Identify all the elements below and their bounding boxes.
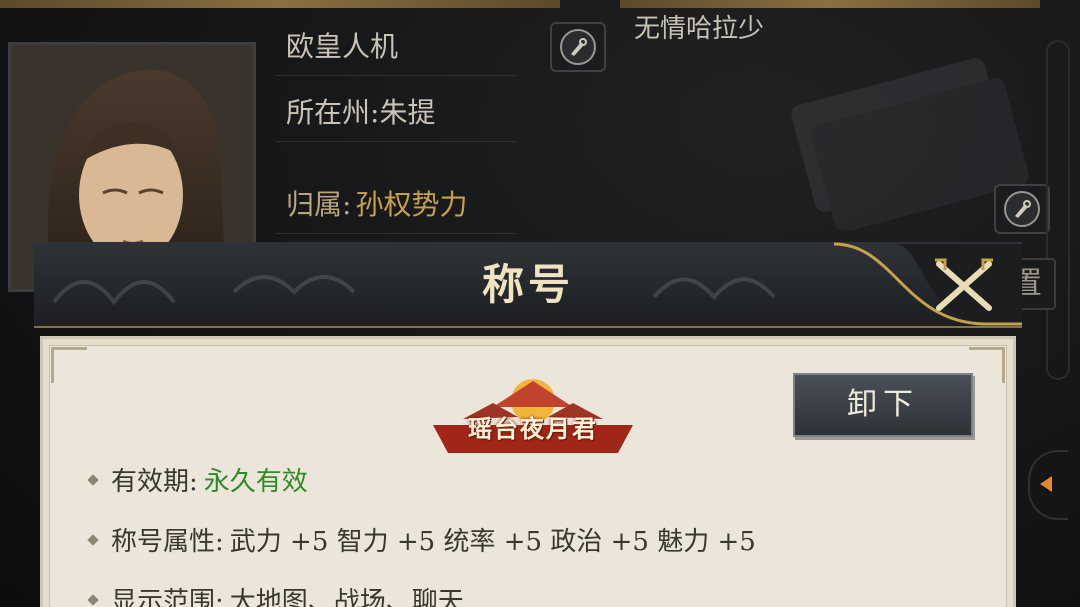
display-range-value: 大地图、战场、聊天 — [229, 587, 464, 607]
state-value: 朱提 — [379, 95, 436, 129]
attributes-row: 称号属性: 武力 +5 智力 +5 统率 +5 政治 +5 魅力 +5 — [87, 521, 756, 558]
validity-value: 永久有效 — [203, 467, 308, 497]
edit-name-button[interactable] — [550, 22, 606, 72]
display-range-row: 显示范围: 大地图、战场、聊天 — [87, 581, 464, 607]
state-label: 所在州: — [286, 95, 380, 129]
right-rail — [1046, 40, 1070, 380]
crossed-swords-close-icon — [935, 258, 993, 311]
attributes-label: 称号属性: — [111, 527, 224, 557]
title-emblem: 瑶台夜月君 — [423, 367, 643, 457]
title-emblem-text: 瑶台夜月君 — [468, 414, 598, 443]
modal-header: 称号 — [34, 242, 1022, 328]
brush-edit-icon — [1004, 191, 1040, 227]
edit-signature-button[interactable] — [994, 184, 1050, 234]
faction-label: 归属: — [286, 187, 352, 221]
modal-body: 瑶台夜月君 卸下 有效期: 永久有效 称号属性: 武力 +5 智力 +5 统率 … — [40, 336, 1016, 607]
faction-value: 孙权势力 — [355, 187, 468, 221]
top-gold-strip — [0, 0, 560, 8]
display-range-label: 显示范围: — [111, 587, 224, 607]
close-modal-button[interactable] — [914, 248, 1014, 324]
validity-row: 有效期: 永久有效 — [87, 461, 308, 498]
modal-title: 称号 — [481, 260, 574, 309]
player-signature: 无情哈拉少 — [634, 14, 765, 44]
corner-ornament — [969, 347, 1005, 383]
brush-edit-icon — [560, 29, 596, 65]
unequip-button[interactable]: 卸下 — [793, 373, 973, 437]
title-modal: 称号 瑶台夜月君 卸下 有效期: 永久有效 称号属性: 武力 +5 智力 +5 … — [34, 242, 1022, 607]
expand-side-panel-button[interactable] — [1028, 450, 1068, 520]
diamond-bullet-icon — [87, 593, 99, 606]
corner-ornament — [51, 347, 87, 383]
player-name: 欧皇人机 — [286, 29, 399, 63]
top-gold-strip-right — [620, 0, 1040, 8]
state-row: 所在州: 朱提 — [276, 80, 516, 142]
validity-label: 有效期: — [111, 467, 198, 497]
attributes-value: 武力 +5 智力 +5 统率 +5 政治 +5 魅力 +5 — [229, 527, 756, 557]
player-name-row: 欧皇人机 — [276, 14, 516, 76]
diamond-bullet-icon — [87, 473, 99, 486]
faction-row: 归属: 孙权势力 — [276, 172, 516, 234]
diamond-bullet-icon — [87, 533, 99, 546]
arrow-left-icon — [1040, 476, 1052, 492]
